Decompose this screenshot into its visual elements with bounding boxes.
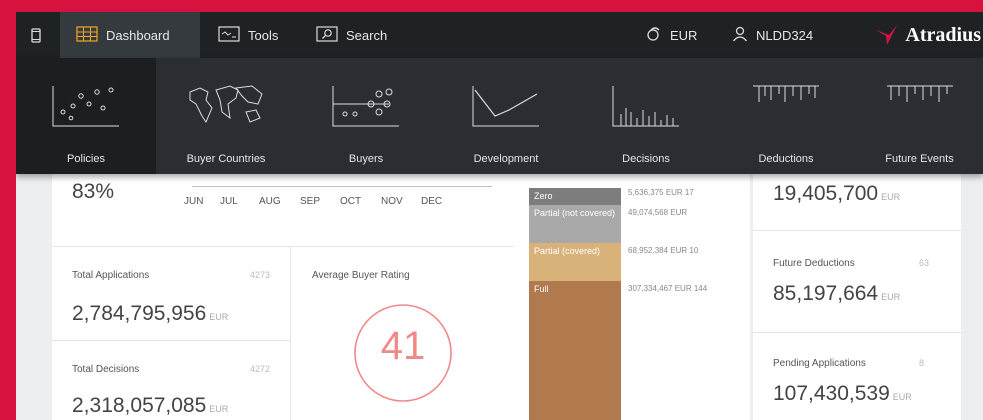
- card-value: 107,430,539 EUR: [773, 382, 912, 405]
- search-label: Search: [346, 27, 388, 43]
- atradius-logo[interactable]: Atradius: [875, 12, 983, 58]
- user-icon: [732, 26, 748, 45]
- deductions-chart-icon: [753, 85, 819, 102]
- card-count: 4273: [250, 270, 271, 280]
- nav-future-events[interactable]: Future Events: [856, 58, 983, 174]
- nav-label: Decisions: [622, 153, 670, 165]
- nav-deductions[interactable]: Deductions: [716, 58, 856, 174]
- bar-value: 307,334,467 EUR 144: [628, 284, 708, 293]
- nav-decisions[interactable]: Decisions: [576, 58, 716, 174]
- future-events-chart-icon: [886, 85, 953, 102]
- decision-bar-partial-not-covered[interactable]: Partial (not covered): [529, 205, 621, 243]
- top-bar: Dashboard Tools Search EUR NLDD324 Atrad…: [16, 12, 983, 58]
- card-value: 2,784,795,956 EUR: [72, 302, 229, 325]
- user-label: NLDD324: [756, 27, 814, 43]
- bar-value: 49,074,568 EUR: [628, 208, 688, 217]
- nav-policies[interactable]: Policies: [16, 58, 156, 174]
- buyers-network-icon: [332, 86, 399, 127]
- divider: [753, 332, 961, 333]
- tools-tab[interactable]: Tools: [218, 12, 278, 58]
- nav-label: Policies: [67, 153, 105, 165]
- bar-chart-icon: [612, 86, 679, 127]
- card-value: 2,318,057,085 EUR: [72, 394, 229, 417]
- search-icon: [316, 25, 338, 45]
- month-label: AUG: [259, 196, 281, 207]
- grid-icon: [76, 25, 98, 45]
- nav-label: Development: [473, 153, 539, 165]
- card-count: 63: [919, 258, 930, 268]
- bar-value: 5,636,375 EUR 17: [628, 188, 694, 197]
- bar-value: 68,952,384 EUR 10: [628, 246, 699, 255]
- left-panel: 83% JUN JUL AUG SEP OCT NOV DEC Total Ap…: [52, 174, 514, 420]
- month-label: SEP: [300, 196, 321, 207]
- user-menu[interactable]: NLDD324: [732, 12, 813, 58]
- search-tab[interactable]: Search: [316, 12, 387, 58]
- divider: [52, 246, 514, 247]
- chart-axis: [192, 186, 492, 187]
- divider: [290, 246, 291, 420]
- nav-buyers[interactable]: Buyers: [296, 58, 436, 174]
- policies-scatter-icon: [52, 86, 119, 127]
- currency-icon: [646, 26, 662, 45]
- brand-name: Atradius: [905, 23, 981, 46]
- tools-icon: [218, 25, 240, 45]
- rating-value: 41: [380, 324, 426, 368]
- month-label: JUN: [184, 196, 204, 207]
- card-count: 4272: [250, 364, 271, 374]
- card-title: Average Buyer Rating: [312, 270, 410, 281]
- divider: [52, 340, 290, 341]
- month-label: NOV: [381, 196, 403, 207]
- card-count: 8: [919, 358, 925, 368]
- dashboard-nav: Policies Buyer Countries Buyers Developm…: [16, 58, 983, 174]
- logo-mark-icon: [876, 25, 898, 45]
- card-title: Pending Applications: [773, 358, 866, 369]
- decision-bar-partial-covered[interactable]: Partial (covered): [529, 243, 621, 281]
- percent-value: 83%: [72, 180, 115, 203]
- world-map-icon: [189, 85, 263, 124]
- decision-bar-full[interactable]: Full: [529, 281, 621, 420]
- card-value: 85,197,664 EUR: [773, 282, 901, 305]
- bar-label: Zero: [534, 191, 553, 201]
- decision-bar-zero[interactable]: Zero: [529, 188, 621, 205]
- card-title: Total Decisions: [72, 364, 140, 375]
- month-label: OCT: [340, 196, 362, 207]
- card-title: Future Deductions: [773, 258, 855, 269]
- mobile-icon[interactable]: [22, 12, 50, 58]
- currency-selector[interactable]: EUR: [646, 12, 697, 58]
- divider: [753, 230, 961, 231]
- currency-label: EUR: [670, 27, 698, 43]
- tools-label: Tools: [248, 27, 279, 43]
- month-label: JUL: [220, 196, 238, 207]
- right-panel: 19,405,700 EUR Future Deductions 63 85,19…: [753, 174, 961, 420]
- nav-development[interactable]: Development: [436, 58, 576, 174]
- app-frame: Dashboard Tools Search EUR NLDD324 Atrad…: [16, 12, 983, 420]
- dashboard-tab[interactable]: Dashboard: [60, 12, 200, 58]
- bar-label: Partial (not covered): [534, 208, 616, 218]
- nav-buyer-countries[interactable]: Buyer Countries: [156, 58, 296, 174]
- bar-label: Partial (covered): [534, 246, 601, 256]
- nav-label: Future Events: [885, 153, 954, 165]
- month-label: DEC: [421, 196, 443, 207]
- nav-label: Buyer Countries: [186, 153, 266, 165]
- dashboard-content: 83% JUN JUL AUG SEP OCT NOV DEC Total Ap…: [16, 174, 983, 420]
- card-title: Total Applications: [72, 270, 150, 281]
- bar-label: Full: [534, 284, 549, 294]
- top-value: 19,405,700 EUR: [773, 182, 901, 205]
- nav-label: Buyers: [348, 153, 384, 165]
- nav-label: Deductions: [758, 153, 814, 165]
- dashboard-label: Dashboard: [106, 27, 170, 43]
- line-chart-icon: [472, 86, 539, 127]
